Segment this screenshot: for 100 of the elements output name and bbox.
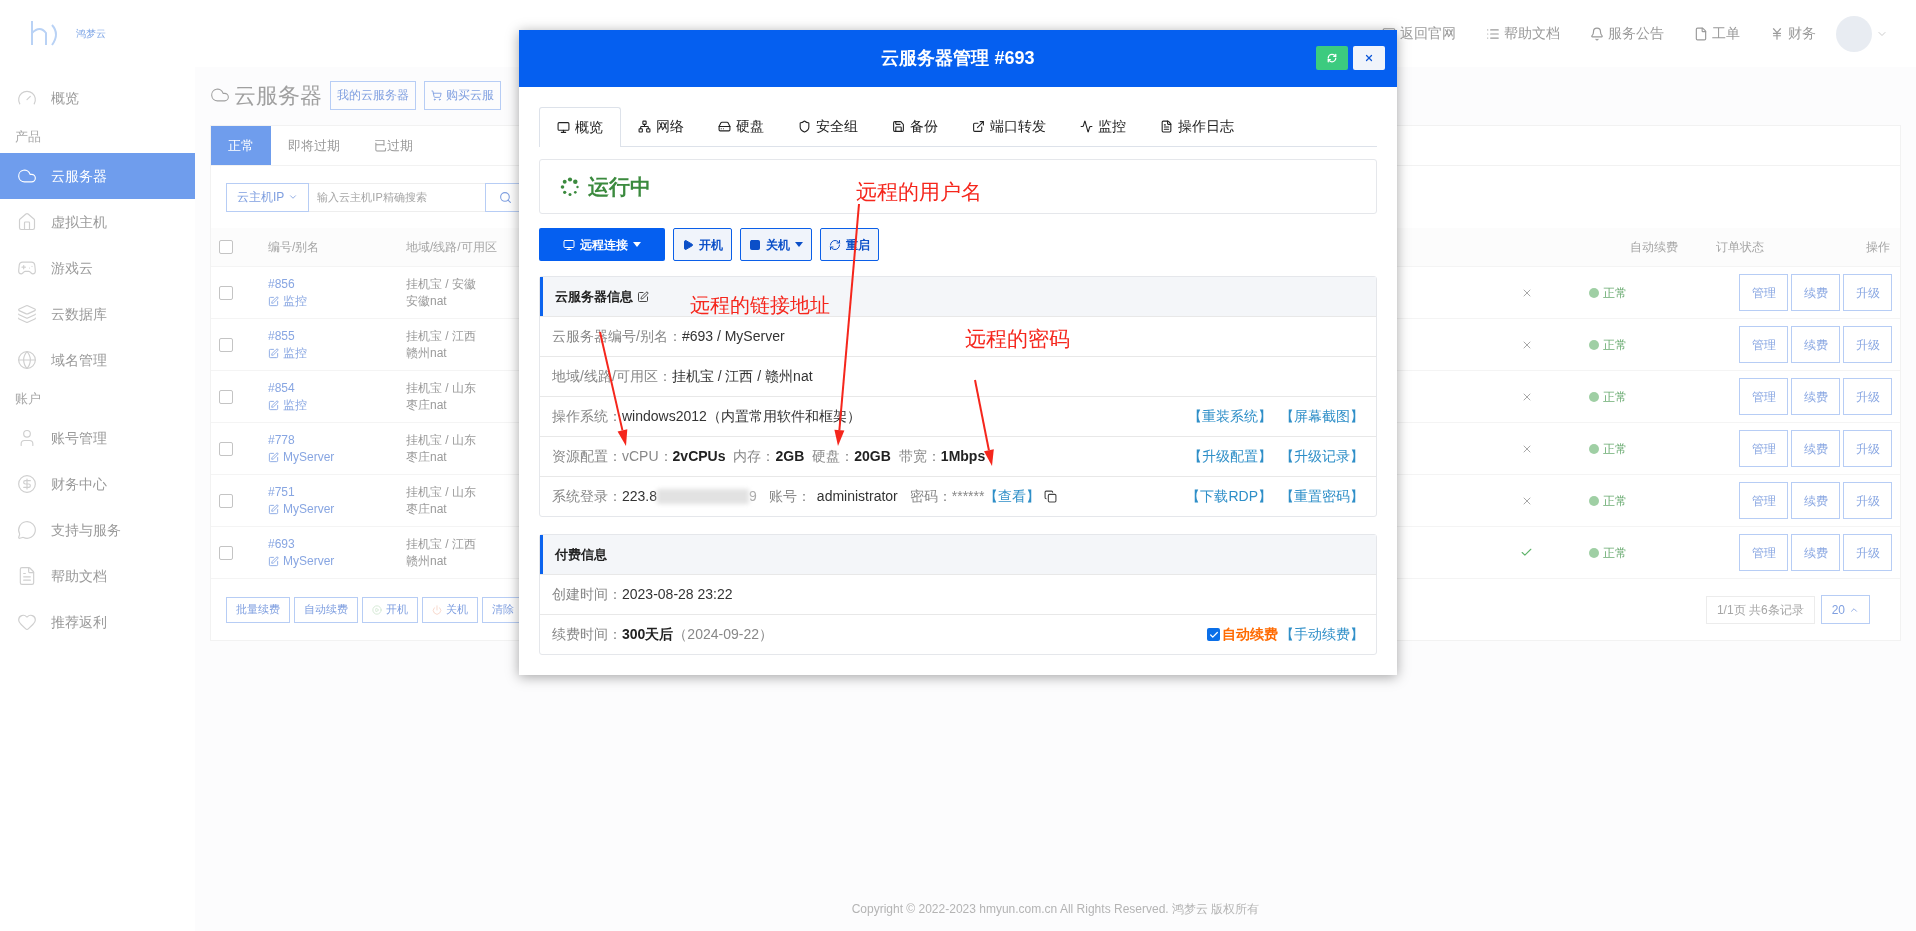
row-action-button[interactable]: 升级 bbox=[1843, 430, 1892, 467]
row-action-button[interactable]: 管理 bbox=[1739, 534, 1788, 571]
page-size-select[interactable]: 20 bbox=[1820, 595, 1870, 624]
bulk-action-button[interactable]: 关机 bbox=[422, 596, 478, 623]
ip-text: 9 bbox=[749, 487, 757, 506]
power-action-button[interactable]: 关机 bbox=[740, 228, 812, 261]
document-icon bbox=[17, 566, 37, 586]
alias-link[interactable]: 监控 bbox=[268, 292, 406, 310]
server-id[interactable]: #855 bbox=[268, 327, 406, 345]
refresh-button[interactable] bbox=[1316, 46, 1348, 70]
floppy-icon bbox=[892, 120, 905, 133]
filter-dropdown[interactable]: 云主机IP bbox=[226, 182, 310, 212]
bulk-action-button[interactable]: 开机 bbox=[362, 596, 418, 623]
alias-link[interactable]: 监控 bbox=[268, 344, 406, 362]
close-button[interactable] bbox=[1353, 46, 1385, 70]
row-action-button[interactable]: 升级 bbox=[1843, 482, 1892, 519]
field-label: 创建时间： bbox=[552, 585, 622, 604]
server-id[interactable]: #751 bbox=[268, 483, 406, 501]
action-link[interactable]: 【下载RDP】 bbox=[1186, 486, 1272, 507]
row-action-button[interactable]: 升级 bbox=[1843, 326, 1892, 363]
bulk-action-button[interactable]: 批量续费 bbox=[226, 596, 290, 623]
action-link[interactable]: 【屏幕截图】 bbox=[1280, 406, 1364, 427]
sidebar-item[interactable]: 云数据库 bbox=[0, 291, 195, 337]
sidebar-item[interactable]: 虚拟主机 bbox=[0, 199, 195, 245]
sidebar-item[interactable]: 财务中心 bbox=[0, 461, 195, 507]
row-action-button[interactable]: 管理 bbox=[1739, 378, 1788, 415]
header-button[interactable]: 购买云服 bbox=[424, 80, 501, 110]
power-action-button[interactable]: 远程连接 bbox=[539, 228, 665, 261]
dialog-title: 云服务器管理 #693 bbox=[881, 47, 1035, 70]
sidebar-item[interactable]: 概览 bbox=[0, 75, 195, 121]
checkbox[interactable] bbox=[219, 337, 233, 352]
action-link[interactable]: 【手动续费】 bbox=[1280, 624, 1364, 645]
checkbox[interactable] bbox=[219, 240, 233, 254]
nav-link[interactable]: 帮助文档 bbox=[1486, 23, 1560, 44]
row-action-button[interactable]: 续费 bbox=[1791, 274, 1840, 311]
dialog-tab[interactable]: 硬盘 bbox=[701, 107, 781, 146]
dialog-tab[interactable]: 端口转发 bbox=[955, 107, 1063, 146]
action-link[interactable]: 【升级配置】 bbox=[1188, 446, 1272, 467]
nav-link[interactable]: 财务 bbox=[1770, 23, 1816, 44]
nav-link[interactable]: 服务公告 bbox=[1590, 23, 1664, 44]
dialog-tab[interactable]: 网络 bbox=[621, 107, 701, 146]
server-id[interactable]: #854 bbox=[268, 379, 406, 397]
sidebar-item[interactable]: 游戏云 bbox=[0, 245, 195, 291]
sidebar-item[interactable]: 帮助文档 bbox=[0, 553, 195, 599]
status-tab[interactable]: 即将过期 bbox=[271, 126, 357, 165]
nav-link[interactable]: 工单 bbox=[1694, 23, 1740, 44]
action-link[interactable]: 【升级记录】 bbox=[1280, 446, 1364, 467]
dialog-tab[interactable]: 安全组 bbox=[781, 107, 875, 146]
action-link[interactable]: 【重装系统】 bbox=[1188, 406, 1272, 427]
row-action-button[interactable]: 续费 bbox=[1791, 326, 1840, 363]
dialog-tab[interactable]: 概览 bbox=[539, 107, 621, 147]
checkbox[interactable] bbox=[1207, 628, 1220, 641]
alias-link[interactable]: MyServer bbox=[268, 500, 406, 518]
edit-icon[interactable] bbox=[637, 290, 649, 303]
row-action-button[interactable]: 管理 bbox=[1739, 274, 1788, 311]
row-action-button[interactable]: 续费 bbox=[1791, 482, 1840, 519]
server-id[interactable]: #778 bbox=[268, 431, 406, 449]
row-action-button[interactable]: 续费 bbox=[1791, 534, 1840, 571]
network-icon bbox=[638, 120, 651, 133]
bulk-action-button[interactable]: 自动续费 bbox=[294, 596, 358, 623]
checkbox[interactable] bbox=[219, 545, 233, 560]
row-action-button[interactable]: 升级 bbox=[1843, 534, 1892, 571]
dialog-tab[interactable]: 监控 bbox=[1063, 107, 1143, 146]
sidebar-item[interactable]: 账号管理 bbox=[0, 415, 195, 461]
header-button[interactable]: 我的云服务器 bbox=[330, 80, 416, 110]
status-tab[interactable]: 已过期 bbox=[357, 126, 430, 165]
sidebar-item[interactable]: 云服务器 bbox=[0, 153, 195, 199]
field-label: 资源配置： bbox=[552, 447, 622, 466]
row-action-button[interactable]: 管理 bbox=[1739, 482, 1788, 519]
row-action-button[interactable]: 续费 bbox=[1791, 430, 1840, 467]
search-field[interactable]: 输入云主机IP精确搜索 bbox=[309, 182, 486, 212]
action-link[interactable]: 【查看】 bbox=[984, 486, 1041, 507]
alias-link[interactable]: 监控 bbox=[268, 396, 406, 414]
checkbox[interactable] bbox=[219, 285, 233, 300]
alias-link[interactable]: MyServer bbox=[268, 552, 406, 570]
server-id[interactable]: #693 bbox=[268, 535, 406, 553]
row-action-button[interactable]: 升级 bbox=[1843, 274, 1892, 311]
stop-icon bbox=[749, 238, 761, 251]
dialog-tab[interactable]: 备份 bbox=[875, 107, 955, 146]
annotation-text: 远程的用户名 bbox=[856, 179, 982, 205]
status-tab[interactable]: 正常 bbox=[211, 126, 271, 165]
row-action-button[interactable]: 管理 bbox=[1739, 430, 1788, 467]
sidebar-item[interactable]: 支持与服务 bbox=[0, 507, 195, 553]
dialog-tab[interactable]: 操作日志 bbox=[1143, 107, 1251, 146]
alias-link[interactable]: MyServer bbox=[268, 448, 406, 466]
checkbox[interactable] bbox=[219, 389, 233, 404]
server-id[interactable]: #856 bbox=[268, 275, 406, 293]
sidebar-item[interactable]: 域名管理 bbox=[0, 337, 195, 383]
row-action-button[interactable]: 管理 bbox=[1739, 326, 1788, 363]
checkbox[interactable] bbox=[219, 493, 233, 508]
power-action-button[interactable]: 开机 bbox=[673, 228, 732, 261]
sidebar-item[interactable]: 推荐返利 bbox=[0, 599, 195, 645]
copy-icon[interactable] bbox=[1044, 490, 1058, 503]
row-action-button[interactable]: 升级 bbox=[1843, 378, 1892, 415]
row-action-button[interactable]: 续费 bbox=[1791, 378, 1840, 415]
page-title: 云服务器 bbox=[210, 78, 322, 112]
heart-icon bbox=[17, 612, 37, 632]
checkbox[interactable] bbox=[219, 441, 233, 456]
ip-text: 223.8 bbox=[622, 487, 658, 506]
action-link[interactable]: 【重置密码】 bbox=[1280, 486, 1364, 507]
